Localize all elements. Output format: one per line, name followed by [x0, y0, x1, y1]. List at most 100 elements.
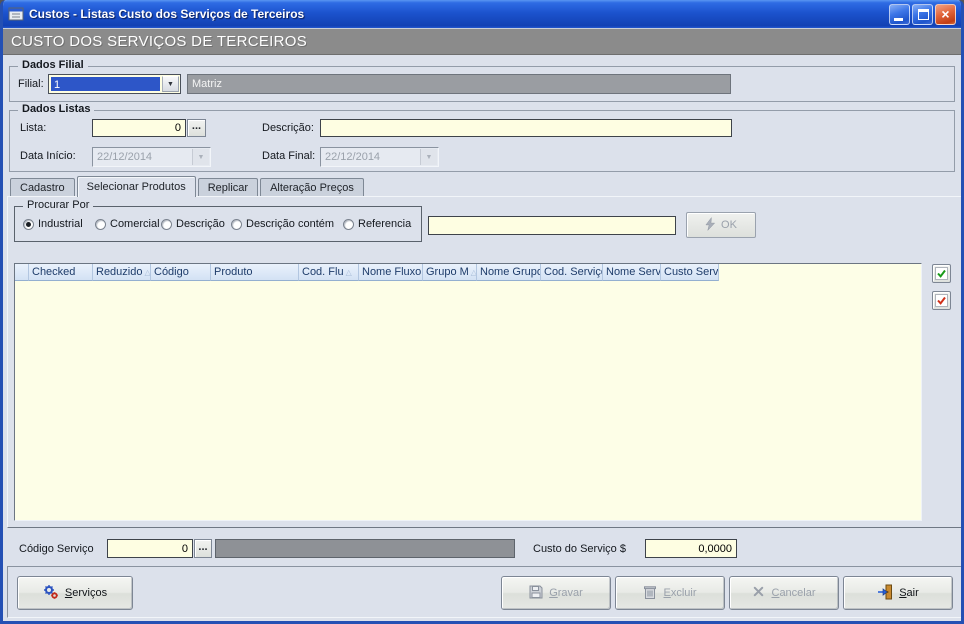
- data-inicio-field: 22/12/2014 ▼: [92, 147, 211, 167]
- column-header-cod-servico[interactable]: Cod. Serviço: [541, 264, 603, 281]
- grid-corner-cell: [15, 264, 29, 281]
- column-header-cod-fluxo[interactable]: Cod. Flu△: [299, 264, 359, 281]
- tab-label: Selecionar Produtos: [87, 181, 186, 193]
- gravar-button: Gravar: [501, 576, 611, 610]
- column-label: Nome Grupo: [480, 266, 541, 278]
- sort-icon: △: [144, 268, 150, 277]
- codigo-servico-browse-button[interactable]: ...: [194, 539, 212, 558]
- minimize-button[interactable]: [889, 4, 910, 25]
- tab-strip: Cadastro Selecionar Produtos Replicar Al…: [7, 176, 963, 197]
- radio-icon: [161, 219, 172, 230]
- minimize-icon: [894, 18, 903, 21]
- app-icon: [8, 6, 24, 22]
- lista-input[interactable]: [92, 119, 186, 137]
- excluir-button: Excluir: [615, 576, 725, 610]
- group-dados-filial: Dados Filial Filial: 1 ▼ Matriz: [9, 66, 955, 102]
- products-grid: Checked Reduzido△ Código Produto Cod. Fl…: [14, 263, 922, 521]
- column-label: Cod. Serviço: [544, 266, 603, 278]
- column-header-checked[interactable]: Checked: [29, 264, 93, 281]
- column-header-reduzido[interactable]: Reduzido△: [93, 264, 151, 281]
- cancel-x-icon: [752, 585, 765, 601]
- nome-servico-field: [215, 539, 515, 558]
- column-label: Produto: [214, 266, 253, 278]
- radio-label: Comercial: [110, 218, 160, 230]
- radio-icon: [95, 219, 106, 230]
- gravar-button-label: Gravar: [549, 587, 583, 599]
- tab-replicar[interactable]: Replicar: [198, 178, 258, 196]
- page-header: CUSTO DOS SERVIÇOS DE TERCEIROS: [3, 28, 961, 55]
- column-header-nome-servico[interactable]: Nome Serviç: [603, 264, 661, 281]
- column-header-codigo[interactable]: Código: [151, 264, 211, 281]
- grid-body: [15, 281, 921, 520]
- column-label: Checked: [32, 266, 75, 278]
- data-final-field: 22/12/2014 ▼: [320, 147, 439, 167]
- descricao-label: Descrição:: [262, 122, 314, 134]
- column-header-grupo[interactable]: Grupo M△: [423, 264, 477, 281]
- column-header-produto[interactable]: Produto: [211, 264, 299, 281]
- codigo-servico-label: Código Serviço: [19, 543, 94, 555]
- tab-cadastro[interactable]: Cadastro: [10, 178, 75, 196]
- radio-comercial[interactable]: Comercial: [95, 218, 160, 230]
- close-button[interactable]: ×: [935, 4, 956, 25]
- group-dados-filial-legend: Dados Filial: [18, 59, 88, 71]
- radio-label: Descrição contém: [246, 218, 334, 230]
- data-inicio-label: Data Início:: [20, 150, 76, 162]
- search-input[interactable]: [428, 216, 676, 235]
- radio-referencia[interactable]: Referencia: [343, 218, 411, 230]
- sair-button[interactable]: Sair: [843, 576, 953, 610]
- radio-label: Descrição: [176, 218, 225, 230]
- servicos-button-label: Serviços: [65, 587, 107, 599]
- chevron-down-icon: ▼: [198, 154, 205, 161]
- title-bar: Custos - Listas Custo dos Serviços de Te…: [3, 0, 961, 28]
- column-label: Cod. Flu: [302, 266, 344, 278]
- tab-selecionar-produtos[interactable]: Selecionar Produtos: [77, 176, 196, 197]
- cancelar-button-label: Cancelar: [771, 587, 815, 599]
- radio-descricao[interactable]: Descrição: [161, 218, 225, 230]
- radio-industrial[interactable]: Industrial: [23, 218, 83, 230]
- radio-descricao-contem[interactable]: Descrição contém: [231, 218, 334, 230]
- filial-name-field: Matriz: [187, 74, 731, 94]
- check-all-icon: [935, 267, 948, 280]
- excluir-button-label: Excluir: [663, 587, 696, 599]
- codigo-servico-input[interactable]: [107, 539, 193, 558]
- radio-label: Industrial: [38, 218, 83, 230]
- tab-alteracao-precos[interactable]: Alteração Preços: [260, 178, 364, 196]
- filial-combo-dropdown-button[interactable]: ▼: [162, 76, 179, 92]
- servicos-button[interactable]: Serviços: [17, 576, 133, 610]
- trash-icon: [643, 585, 657, 602]
- column-header-nome-fluxo[interactable]: Nome Fluxo: [359, 264, 423, 281]
- close-icon: ×: [936, 5, 955, 24]
- lista-label: Lista:: [20, 122, 46, 134]
- filial-label: Filial:: [18, 78, 44, 90]
- tab-label: Alteração Preços: [270, 182, 354, 194]
- uncheck-all-button[interactable]: [932, 291, 951, 310]
- data-inicio-value: 22/12/2014: [97, 151, 152, 163]
- chevron-down-icon: ▼: [426, 154, 433, 161]
- custo-servico-input[interactable]: [645, 539, 737, 558]
- tab-label: Replicar: [208, 182, 248, 194]
- data-final-label: Data Final:: [262, 150, 315, 162]
- data-final-dropdown-button: ▼: [420, 149, 437, 165]
- data-inicio-dropdown-button: ▼: [192, 149, 209, 165]
- column-label: Reduzido: [96, 266, 142, 278]
- column-header-nome-grupo[interactable]: Nome Grupo: [477, 264, 541, 281]
- radio-icon: [231, 219, 242, 230]
- ok-button-label: OK: [721, 219, 737, 231]
- data-final-value: 22/12/2014: [325, 151, 380, 163]
- tab-label: Cadastro: [20, 182, 65, 194]
- bottom-button-bar: Serviços Gravar Excluir Cancelar Sair: [7, 566, 963, 618]
- ok-button: OK: [686, 212, 756, 238]
- lista-browse-button[interactable]: ...: [187, 119, 206, 137]
- radio-selected-icon: [23, 219, 34, 230]
- lightning-icon: [705, 217, 716, 234]
- sort-icon: △: [346, 268, 352, 277]
- descricao-input[interactable]: [320, 119, 732, 137]
- group-dados-listas: Dados Listas Lista: ... Descrição: Data …: [9, 110, 955, 172]
- window-title: Custos - Listas Custo dos Serviços de Te…: [29, 7, 887, 21]
- filial-combobox[interactable]: 1 ▼: [48, 74, 181, 94]
- column-header-custo-servico[interactable]: Custo Serviç: [661, 264, 719, 281]
- group-procurar-legend: Procurar Por: [23, 199, 93, 211]
- check-all-button[interactable]: [932, 264, 951, 283]
- exit-door-icon: [877, 584, 893, 603]
- maximize-button[interactable]: [912, 4, 933, 25]
